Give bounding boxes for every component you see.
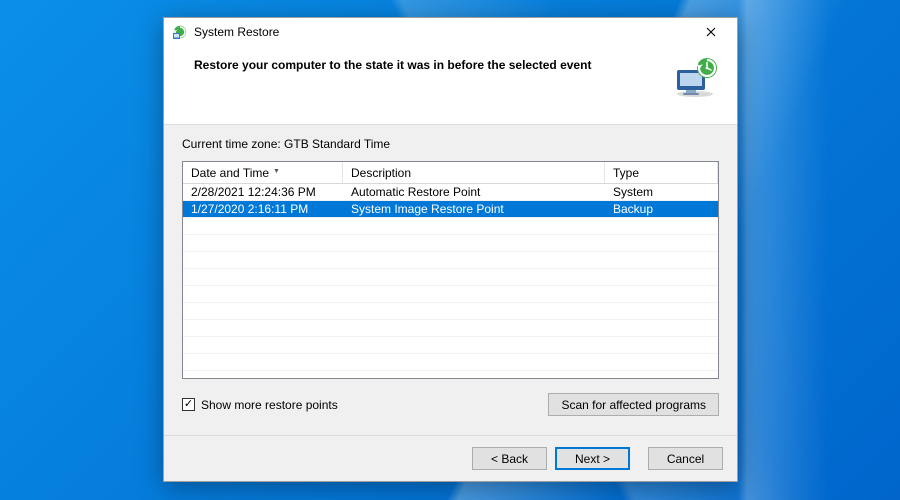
column-header-description-label: Description (351, 166, 411, 180)
empty-row (183, 235, 718, 252)
back-button[interactable]: < Back (472, 447, 547, 470)
app-icon (172, 24, 188, 40)
cell-date: 1/27/2020 2:16:11 PM (183, 202, 343, 216)
close-button[interactable] (691, 20, 731, 44)
window-title: System Restore (194, 25, 279, 39)
empty-row (183, 252, 718, 269)
cell-type: Backup (605, 202, 718, 216)
sort-descending-icon: ▼ (273, 168, 280, 175)
column-header-date[interactable]: Date and Time ▼ (183, 162, 343, 183)
titlebar[interactable]: System Restore (164, 18, 737, 46)
empty-row (183, 269, 718, 286)
wizard-footer: < Back Next > Cancel (164, 435, 737, 481)
list-rows-container: 2/28/2021 12:24:36 PMAutomatic Restore P… (183, 184, 718, 378)
list-header: Date and Time ▼ Description Type (183, 162, 718, 184)
empty-row (183, 337, 718, 354)
checkmark-icon: ✓ (184, 399, 193, 410)
cell-type: System (605, 185, 718, 199)
close-icon (706, 27, 716, 37)
column-header-type[interactable]: Type (605, 162, 718, 183)
column-header-type-label: Type (613, 166, 639, 180)
column-header-date-label: Date and Time (191, 166, 269, 180)
column-header-description[interactable]: Description (343, 162, 605, 183)
cancel-button[interactable]: Cancel (648, 447, 723, 470)
next-button[interactable]: Next > (555, 447, 630, 470)
wizard-header: Restore your computer to the state it wa… (164, 46, 737, 125)
cell-date: 2/28/2021 12:24:36 PM (183, 185, 343, 199)
show-more-checkbox-label: Show more restore points (201, 398, 338, 412)
empty-row (183, 354, 718, 371)
wizard-heading: Restore your computer to the state it wa… (194, 56, 661, 72)
scan-affected-programs-button[interactable]: Scan for affected programs (548, 393, 719, 416)
checkbox-box: ✓ (182, 398, 195, 411)
empty-row (183, 218, 718, 235)
empty-row (183, 303, 718, 320)
cell-description: Automatic Restore Point (343, 185, 605, 199)
empty-row (183, 286, 718, 303)
system-restore-window: System Restore Restore your computer to … (163, 17, 738, 482)
cell-description: System Image Restore Point (343, 202, 605, 216)
show-more-checkbox[interactable]: ✓ Show more restore points (182, 398, 338, 412)
timezone-label: Current time zone: GTB Standard Time (182, 137, 719, 151)
restore-points-list[interactable]: Date and Time ▼ Description Type 2/28/20… (182, 161, 719, 379)
wizard-body: Current time zone: GTB Standard Time Dat… (164, 125, 737, 435)
empty-row (183, 320, 718, 337)
restore-point-row[interactable]: 2/28/2021 12:24:36 PMAutomatic Restore P… (183, 184, 718, 201)
restore-hero-icon (671, 56, 719, 98)
restore-point-row[interactable]: 1/27/2020 2:16:11 PMSystem Image Restore… (183, 201, 718, 218)
